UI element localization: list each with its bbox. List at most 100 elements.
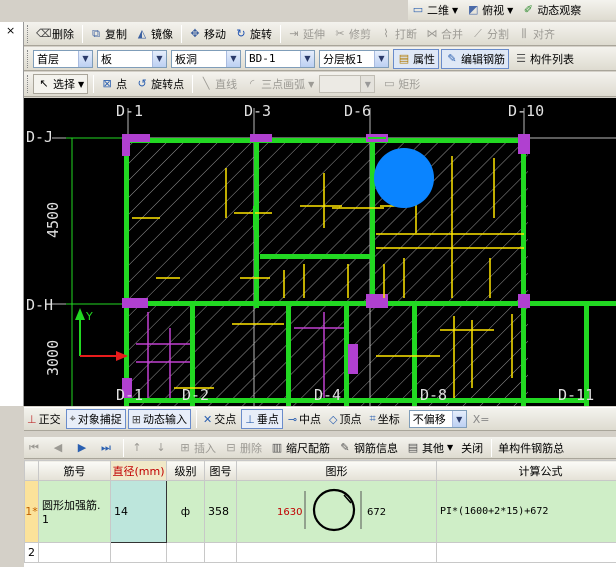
input-icon: ⊞ bbox=[131, 412, 142, 426]
cursor-icon: ↖ bbox=[39, 77, 49, 90]
move-button[interactable]: ✥ 移动 bbox=[185, 24, 229, 44]
break-button[interactable]: ⌇ 打断 bbox=[376, 24, 420, 44]
edit-rebar-button[interactable]: ✎ 编辑钢筋 bbox=[441, 48, 509, 69]
arc-button[interactable]: ◜ 三点画弧 ▼ bbox=[242, 74, 317, 94]
floor-plan[interactable]: D-1 D-3 D-6 D-10 D-J D-H D-1 D-2 D-4 D-8… bbox=[24, 98, 616, 406]
shape-cell[interactable]: 1630 672 bbox=[236, 480, 437, 543]
rect-button[interactable]: ▭ 矩形 bbox=[379, 74, 423, 94]
single-summary-button[interactable]: 单构件钢筋总 bbox=[495, 438, 567, 458]
column-header[interactable]: 筋号 bbox=[38, 460, 111, 481]
table-row[interactable]: 1* 圆形加强筋.1 14 ф 358 1630 672 PI*(1600+2*… bbox=[24, 480, 616, 543]
chevron-down-icon: ▼ bbox=[226, 50, 240, 67]
rotate-button[interactable]: ↻ 旋转 bbox=[231, 24, 275, 44]
arrow-down-icon: ↓ bbox=[156, 440, 166, 454]
axis-label-top: D-1 bbox=[116, 102, 143, 120]
vertex-toggle[interactable]: ◇ 顶点 bbox=[326, 409, 364, 429]
coordinate-icon: ⌗ bbox=[369, 412, 376, 425]
shape-cell[interactable] bbox=[236, 542, 437, 563]
ortho-toggle[interactable]: ⊥ 正交 bbox=[24, 409, 64, 429]
component-select[interactable]: BD-1 ▼ bbox=[245, 49, 315, 68]
scale-rebar-button[interactable]: ▥ 缩尺配筋 bbox=[267, 438, 333, 458]
view-mode-combo[interactable]: ◩ 俯视 ▼ bbox=[463, 0, 516, 20]
split-button[interactable]: ⟋ 分割 bbox=[468, 24, 512, 44]
first-icon: ⏮ bbox=[29, 440, 39, 454]
dynamic-input-toggle[interactable]: ⊞ 动态输入 bbox=[127, 409, 192, 429]
figure-number-cell[interactable]: 358 bbox=[204, 480, 237, 543]
insert-row-button[interactable]: ⊞ 插入 bbox=[175, 438, 219, 458]
circular-opening[interactable] bbox=[374, 148, 434, 208]
offset-select[interactable]: 不偏移 ▼ bbox=[408, 410, 467, 428]
component-list-button[interactable]: ☰ 构件列表 bbox=[511, 49, 577, 69]
formula-cell[interactable]: PI*(1600+2*15)+672 bbox=[436, 480, 616, 543]
column-header[interactable]: 图号 bbox=[204, 460, 237, 481]
mirror-button[interactable]: ◭ 镜像 bbox=[132, 24, 176, 44]
last-icon: ⏭ bbox=[101, 440, 111, 454]
drawing-canvas[interactable]: D-1 D-3 D-6 D-10 D-J D-H D-1 D-2 D-4 D-8… bbox=[24, 98, 616, 406]
formula-cell[interactable] bbox=[436, 542, 616, 563]
floor-select[interactable]: 首层 ▼ bbox=[33, 49, 93, 68]
mirror-icon: ◭ bbox=[137, 26, 147, 40]
arc-param-select[interactable]: ▼ bbox=[319, 75, 376, 93]
close-grid-button[interactable]: 关闭 bbox=[458, 438, 486, 458]
point-button[interactable]: ⊠ 点 bbox=[97, 74, 130, 94]
close-icon[interactable]: × bbox=[0, 22, 23, 37]
layer-select[interactable]: 分层板1 ▼ bbox=[319, 49, 389, 68]
move-up-button[interactable]: ↑ bbox=[127, 438, 149, 458]
axis-label-bottom: D-4 bbox=[314, 386, 341, 404]
move-down-button[interactable]: ↓ bbox=[151, 438, 173, 458]
rebar-info-button[interactable]: ✎ 钢筋信息 bbox=[335, 438, 401, 458]
type-select[interactable]: 板洞 ▼ bbox=[171, 49, 241, 68]
row-index[interactable]: 2 bbox=[24, 542, 39, 563]
diameter-cell[interactable]: 14 bbox=[110, 480, 167, 543]
trim-button[interactable]: ✂ 修剪 bbox=[330, 24, 374, 44]
grade-cell[interactable]: ф bbox=[166, 480, 205, 543]
table-row[interactable]: 2 bbox=[24, 542, 616, 563]
list-icon: ☰ bbox=[516, 51, 526, 65]
column-header[interactable]: 计算公式 bbox=[436, 460, 616, 481]
view-2d-combo[interactable]: ▭ 二维 ▼ bbox=[408, 0, 461, 20]
copy-icon: ⧉ bbox=[92, 26, 100, 40]
properties-icon: ▤ bbox=[398, 51, 410, 65]
extend-button[interactable]: ⇥ 延伸 bbox=[284, 24, 328, 44]
intersection-toggle[interactable]: ✕ 交点 bbox=[200, 409, 239, 429]
perpendicular-toggle[interactable]: ⊥ 垂点 bbox=[241, 409, 283, 429]
column-header[interactable]: 直径(mm) bbox=[110, 460, 167, 481]
align-button[interactable]: ⫼ 对齐 bbox=[514, 24, 558, 44]
prev-record-button[interactable]: ◀ bbox=[48, 438, 70, 458]
rebar-name-cell[interactable] bbox=[38, 542, 111, 563]
rotate-point-button[interactable]: ↺ 旋转点 bbox=[132, 74, 187, 94]
delete-row-button[interactable]: ⊟ 删除 bbox=[221, 438, 265, 458]
line-button[interactable]: ╲ 直线 bbox=[196, 74, 240, 94]
axis-label-bottom: D-11 bbox=[558, 386, 594, 404]
column-header[interactable]: 图形 bbox=[236, 460, 437, 481]
axis-label-bottom: D-8 bbox=[420, 386, 447, 404]
properties-button[interactable]: ▤ 属性 bbox=[393, 48, 439, 69]
midpoint-toggle[interactable]: ⊸ 中点 bbox=[285, 409, 324, 429]
point-icon: ⊠ bbox=[102, 77, 112, 90]
arc-icon: ◜ bbox=[250, 77, 255, 90]
rectangle-icon: ▭ bbox=[384, 77, 395, 90]
delete-button[interactable]: ⌫ 删除 bbox=[33, 24, 77, 44]
row-index[interactable]: 1* bbox=[24, 480, 39, 543]
select-button[interactable]: ↖ 选择 ▼ bbox=[33, 74, 89, 94]
column-header[interactable]: 级别 bbox=[166, 460, 205, 481]
grade-cell[interactable] bbox=[166, 542, 205, 563]
move-icon: ✥ bbox=[190, 26, 200, 40]
copy-button[interactable]: ⧉ 复制 bbox=[86, 24, 130, 44]
first-record-button[interactable]: ⏮ bbox=[24, 438, 46, 458]
chevron-down-icon: ▼ bbox=[152, 50, 166, 67]
diameter-cell[interactable] bbox=[110, 542, 167, 563]
other-menu-button[interactable]: ▤ 其他 ▼ bbox=[403, 438, 456, 458]
rebar-name-cell[interactable]: 圆形加强筋.1 bbox=[38, 480, 111, 543]
next-record-button[interactable]: ▶ bbox=[72, 438, 94, 458]
coordinate-toggle[interactable]: ⌗ 坐标 bbox=[367, 409, 403, 429]
object-snap-toggle[interactable]: ⌖ 对象捕捉 bbox=[65, 409, 126, 429]
figure-number-cell[interactable] bbox=[204, 542, 237, 563]
category-select[interactable]: 板 ▼ bbox=[97, 49, 167, 68]
rebar-shape: 1630 672 bbox=[277, 488, 386, 532]
break-icon: ⌇ bbox=[383, 26, 389, 40]
merge-button[interactable]: ⋈ 合并 bbox=[422, 24, 466, 44]
trim-icon: ✂ bbox=[335, 26, 345, 40]
dynamic-observe-button[interactable]: ✐ 动态观察 bbox=[518, 0, 584, 20]
last-record-button[interactable]: ⏭ bbox=[96, 438, 118, 458]
